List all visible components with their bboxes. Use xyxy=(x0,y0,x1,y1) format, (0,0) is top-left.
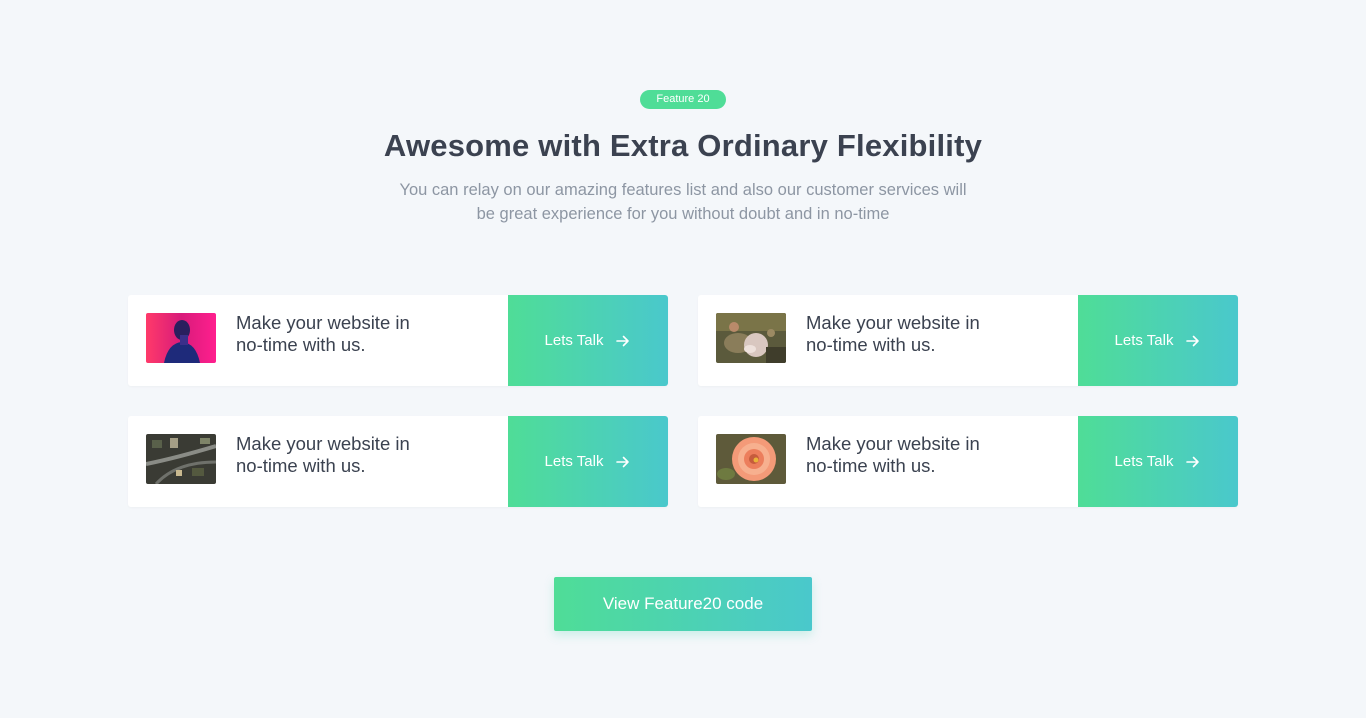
card-text: Make your website in no-time with us. xyxy=(806,433,1066,477)
feature-card: Make your website in no-time with us. Le… xyxy=(698,295,1238,386)
card-text-line-1: Make your website in xyxy=(806,433,980,454)
lets-talk-label: Lets Talk xyxy=(1114,332,1174,349)
lets-talk-button[interactable]: Lets Talk xyxy=(508,295,668,386)
person-neon-photo xyxy=(146,313,216,363)
lets-talk-button[interactable]: Lets Talk xyxy=(1078,416,1238,507)
lets-talk-button[interactable]: Lets Talk xyxy=(508,416,668,507)
card-text-line-2: no-time with us. xyxy=(806,455,936,476)
lets-talk-label: Lets Talk xyxy=(544,332,604,349)
arrow-right-icon xyxy=(1185,333,1201,349)
subtitle-line-1: You can relay on our amazing features li… xyxy=(399,181,967,199)
section-subtitle: You can relay on our amazing features li… xyxy=(363,178,1003,226)
feature-card: Make your website in no-time with us. Le… xyxy=(128,295,668,386)
subtitle-line-2: be great experience for you without doub… xyxy=(476,205,890,223)
view-code-button[interactable]: View Feature20 code xyxy=(554,577,812,631)
card-text-line-1: Make your website in xyxy=(236,312,410,333)
card-text: Make your website in no-time with us. xyxy=(236,433,496,477)
card-text-line-1: Make your website in xyxy=(806,312,980,333)
card-text-line-2: no-time with us. xyxy=(806,334,936,355)
lets-talk-label: Lets Talk xyxy=(1114,453,1174,470)
card-text-line-2: no-time with us. xyxy=(236,334,366,355)
card-text-line-1: Make your website in xyxy=(236,433,410,454)
card-text-line-2: no-time with us. xyxy=(236,455,366,476)
aerial-city-photo xyxy=(146,434,216,484)
feature-card: Make your website in no-time with us. Le… xyxy=(698,416,1238,507)
arrow-right-icon xyxy=(615,454,631,470)
hands-flowers-photo xyxy=(716,313,786,363)
feature-section: Feature 20 Awesome with Extra Ordinary F… xyxy=(0,0,1366,718)
section-title: Awesome with Extra Ordinary Flexibility xyxy=(383,128,983,163)
lets-talk-button[interactable]: Lets Talk xyxy=(1078,295,1238,386)
orange-rose-photo xyxy=(716,434,786,484)
feature-card: Make your website in no-time with us. Le… xyxy=(128,416,668,507)
arrow-right-icon xyxy=(1185,454,1201,470)
arrow-right-icon xyxy=(615,333,631,349)
lets-talk-label: Lets Talk xyxy=(544,453,604,470)
feature-badge: Feature 20 xyxy=(640,90,726,109)
card-text: Make your website in no-time with us. xyxy=(236,312,496,356)
card-text: Make your website in no-time with us. xyxy=(806,312,1066,356)
